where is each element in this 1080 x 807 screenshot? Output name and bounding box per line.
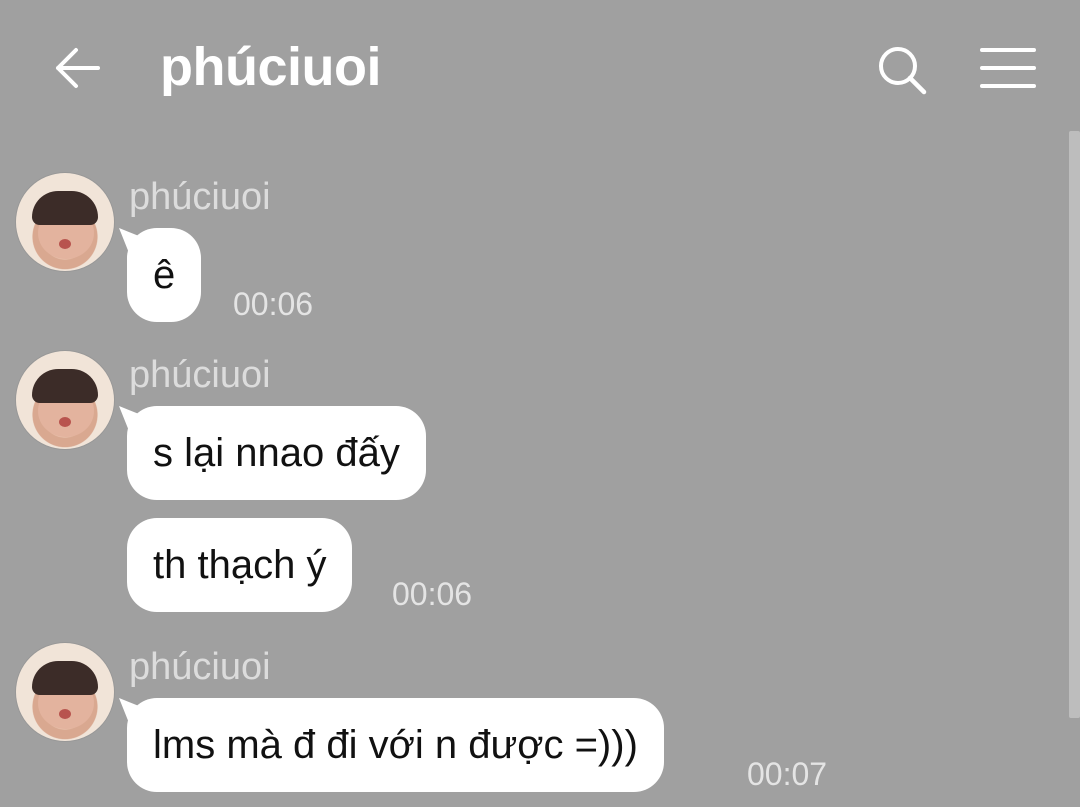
message-bubble[interactable]: ê [127, 228, 202, 322]
back-button[interactable] [48, 38, 108, 98]
chat-title: phúciuoi [160, 37, 381, 97]
avatar[interactable] [16, 173, 114, 271]
avatar-mouth [59, 709, 71, 719]
sender-name: phúciuoi [129, 176, 271, 218]
chat-screen: phúciuoi phúciuoi ê 00:06 phúciuoi s lại… [0, 0, 1080, 807]
avatar[interactable] [16, 351, 114, 449]
avatar-mouth [59, 239, 71, 249]
message-time: 00:06 [392, 576, 473, 612]
search-button[interactable] [872, 40, 932, 100]
search-icon [879, 47, 927, 95]
avatar-hair [32, 369, 98, 403]
message-time: 00:07 [747, 756, 828, 792]
avatar-hair [32, 191, 98, 225]
message-bubble[interactable]: th thạch ý [127, 518, 353, 612]
avatar-mouth [59, 417, 71, 427]
sender-name: phúciuoi [129, 646, 271, 688]
sender-name: phúciuoi [129, 354, 271, 396]
message-time: 00:06 [233, 286, 314, 322]
avatar[interactable] [16, 643, 114, 741]
message-bubble[interactable]: lms mà đ đi với n được =))) [127, 698, 664, 792]
message-bubble[interactable]: s lại nnao đấy [127, 406, 426, 500]
scrollbar[interactable] [1069, 131, 1080, 718]
arrow-left-icon [56, 48, 100, 88]
avatar-hair [32, 661, 98, 695]
menu-icon [980, 48, 1036, 88]
menu-button[interactable] [976, 40, 1040, 100]
chat-header: phúciuoi [0, 0, 1080, 130]
